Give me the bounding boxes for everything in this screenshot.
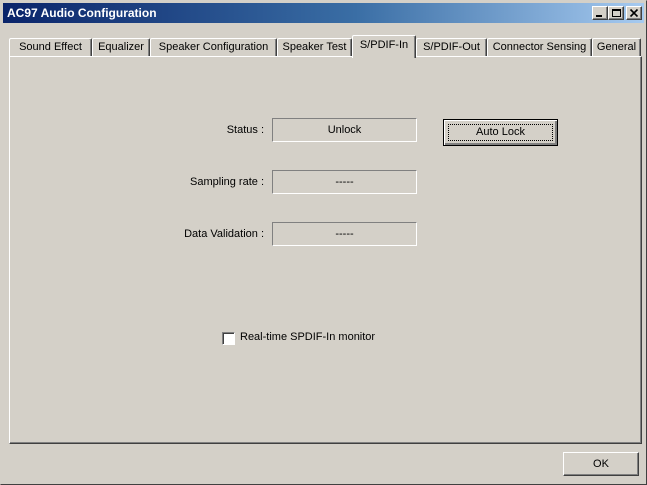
auto-lock-button[interactable]: Auto Lock <box>443 119 558 146</box>
maximize-icon <box>612 9 621 17</box>
close-icon <box>629 8 639 18</box>
maximize-button[interactable] <box>608 6 624 20</box>
ok-button[interactable]: OK <box>563 452 639 476</box>
realtime-monitor-label[interactable]: Real-time SPDIF-In monitor <box>240 331 375 343</box>
minimize-icon <box>596 15 602 17</box>
sampling-rate-label: Sampling rate : <box>190 176 264 188</box>
title-bar[interactable]: AC97 Audio Configuration <box>3 3 644 23</box>
close-button[interactable] <box>626 6 642 20</box>
spdif-in-panel: Status : Unlock Auto Lock Sampling rate … <box>9 56 642 444</box>
tab-general[interactable]: General <box>592 38 641 57</box>
tab-spdif-in[interactable]: S/PDIF-In <box>352 35 416 58</box>
tab-connector-sensing[interactable]: Connector Sensing <box>487 38 592 57</box>
sampling-rate-value: ----- <box>272 170 417 194</box>
tab-sound-effect[interactable]: Sound Effect <box>9 38 92 57</box>
status-label: Status : <box>226 124 264 136</box>
tab-equalizer[interactable]: Equalizer <box>92 38 150 57</box>
ok-label: OK <box>593 458 609 470</box>
tab-spdif-out[interactable]: S/PDIF-Out <box>416 38 487 57</box>
auto-lock-label: Auto Lock <box>476 126 525 138</box>
status-value: Unlock <box>272 118 417 142</box>
data-validation-label: Data Validation : <box>184 228 264 240</box>
realtime-monitor-checkbox[interactable] <box>222 332 235 345</box>
minimize-button[interactable] <box>592 6 608 20</box>
window-title: AC97 Audio Configuration <box>7 6 157 20</box>
tab-speaker-configuration[interactable]: Speaker Configuration <box>150 38 277 57</box>
tab-speaker-test[interactable]: Speaker Test <box>277 38 352 57</box>
ac97-config-window: AC97 Audio Configuration Sound Effect Eq… <box>0 0 647 485</box>
data-validation-value: ----- <box>272 222 417 246</box>
